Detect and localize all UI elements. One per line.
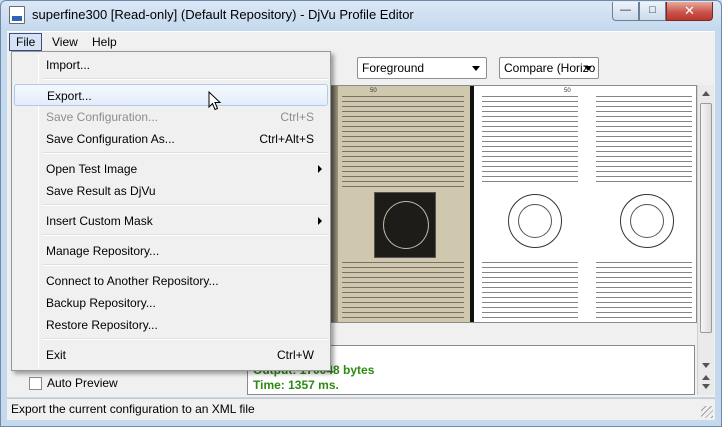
status-text: Export the current configuration to an X… — [11, 402, 255, 416]
text-block — [596, 96, 692, 186]
menu-item-label: Export... — [47, 89, 92, 103]
menu-separator — [42, 264, 328, 266]
layer-select[interactable]: Foreground — [357, 57, 487, 79]
menu-item-label: Open Test Image — [46, 162, 138, 176]
image-preview[interactable]: 50 50 — [327, 85, 697, 323]
submenu-arrow-icon — [318, 165, 322, 173]
menu-item-import[interactable]: Import... — [14, 54, 328, 76]
menu-separator — [42, 78, 328, 80]
vertical-scrollbar[interactable] — [697, 85, 714, 395]
menu-item-label: Import... — [46, 58, 91, 72]
scroll-up-icon[interactable] — [702, 375, 710, 380]
menu-item-save-configuration-as[interactable]: Save Configuration As... Ctrl+Alt+S — [14, 128, 328, 150]
window-title: superfine300 [Read-only] (Default Reposi… — [32, 7, 414, 22]
menu-item-label: Save Result as DjVu — [46, 184, 156, 198]
menu-item-label: Restore Repository... — [46, 318, 158, 332]
menu-bar: File View Help — [7, 31, 715, 51]
figure-image — [614, 190, 678, 256]
figure-image — [502, 190, 566, 256]
menu-help[interactable]: Help — [85, 33, 124, 51]
page-number: 50 — [564, 88, 571, 94]
submenu-arrow-icon — [318, 217, 322, 225]
minimize-button[interactable]: — — [612, 2, 639, 21]
menu-item-label: Backup Repository... — [46, 296, 156, 310]
figure-image — [374, 192, 436, 258]
scroll-down-icon[interactable] — [702, 384, 710, 389]
menu-item-label: Save Configuration As... — [46, 132, 175, 146]
menu-separator — [42, 234, 328, 236]
original-page-image: 50 — [328, 86, 470, 322]
layer-select-value: Foreground — [362, 61, 425, 75]
scroll-down-icon[interactable] — [702, 363, 710, 368]
compare-select[interactable]: Compare (Horizo — [499, 57, 599, 79]
text-block — [342, 262, 464, 320]
page-number: 50 — [370, 88, 377, 94]
menu-item-insert-custom-mask[interactable]: Insert Custom Mask — [14, 210, 328, 232]
menu-item-label: Connect to Another Repository... — [46, 274, 219, 288]
app-window: superfine300 [Read-only] (Default Reposi… — [0, 0, 722, 427]
menu-item-backup-repository[interactable]: Backup Repository... — [14, 292, 328, 314]
file-menu-dropdown: Import... Export... Save Configuration..… — [11, 51, 331, 371]
text-block — [342, 96, 464, 191]
close-button[interactable]: ✕ — [666, 2, 713, 21]
mouse-cursor-icon — [208, 91, 222, 111]
scrollbar-thumb[interactable] — [700, 103, 712, 333]
menu-view[interactable]: View — [45, 33, 85, 51]
djvu-app-icon[interactable] — [9, 6, 25, 24]
menu-item-export[interactable]: Export... — [14, 84, 328, 106]
result-page-image: 50 — [474, 86, 696, 322]
menu-item-save-result-as-djvu[interactable]: Save Result as DjVu — [14, 180, 328, 202]
menu-item-open-test-image[interactable]: Open Test Image — [14, 158, 328, 180]
menu-separator — [42, 204, 328, 206]
menu-item-label: Save Configuration... — [46, 110, 159, 124]
status-bar: Export the current configuration to an X… — [7, 398, 715, 420]
menu-item-connect-repository[interactable]: Connect to Another Repository... — [14, 270, 328, 292]
auto-preview-label: Auto Preview — [47, 376, 118, 390]
menu-item-shortcut: Ctrl+Alt+S — [259, 132, 314, 146]
resize-grip-icon[interactable] — [701, 406, 713, 418]
menu-item-shortcut: Ctrl+S — [280, 110, 314, 124]
chevron-down-icon — [472, 66, 480, 71]
menu-item-label: Manage Repository... — [46, 244, 160, 258]
menu-item-shortcut: Ctrl+W — [277, 348, 314, 362]
scroll-up-icon[interactable] — [702, 91, 710, 96]
menu-item-label: Insert Custom Mask — [46, 214, 153, 228]
title-bar[interactable]: superfine300 [Read-only] (Default Reposi… — [1, 1, 721, 29]
compare-select-value: Compare (Horizo — [504, 61, 596, 75]
text-block — [482, 96, 578, 186]
menu-item-save-configuration[interactable]: Save Configuration... Ctrl+S — [14, 106, 328, 128]
menu-item-restore-repository[interactable]: Restore Repository... — [14, 314, 328, 336]
checkbox-box[interactable] — [29, 377, 42, 390]
menu-separator — [42, 152, 328, 154]
maximize-button[interactable]: □ — [639, 2, 666, 21]
menu-file[interactable]: File — [9, 33, 43, 51]
text-block — [596, 262, 692, 320]
output-line: Time: 1357 ms. — [253, 378, 339, 392]
text-block — [482, 262, 578, 320]
menu-item-manage-repository[interactable]: Manage Repository... — [14, 240, 328, 262]
chevron-down-icon — [584, 66, 592, 71]
menu-item-exit[interactable]: Exit Ctrl+W — [14, 344, 328, 366]
menu-item-label: Exit — [46, 348, 67, 362]
menu-separator — [42, 338, 328, 340]
